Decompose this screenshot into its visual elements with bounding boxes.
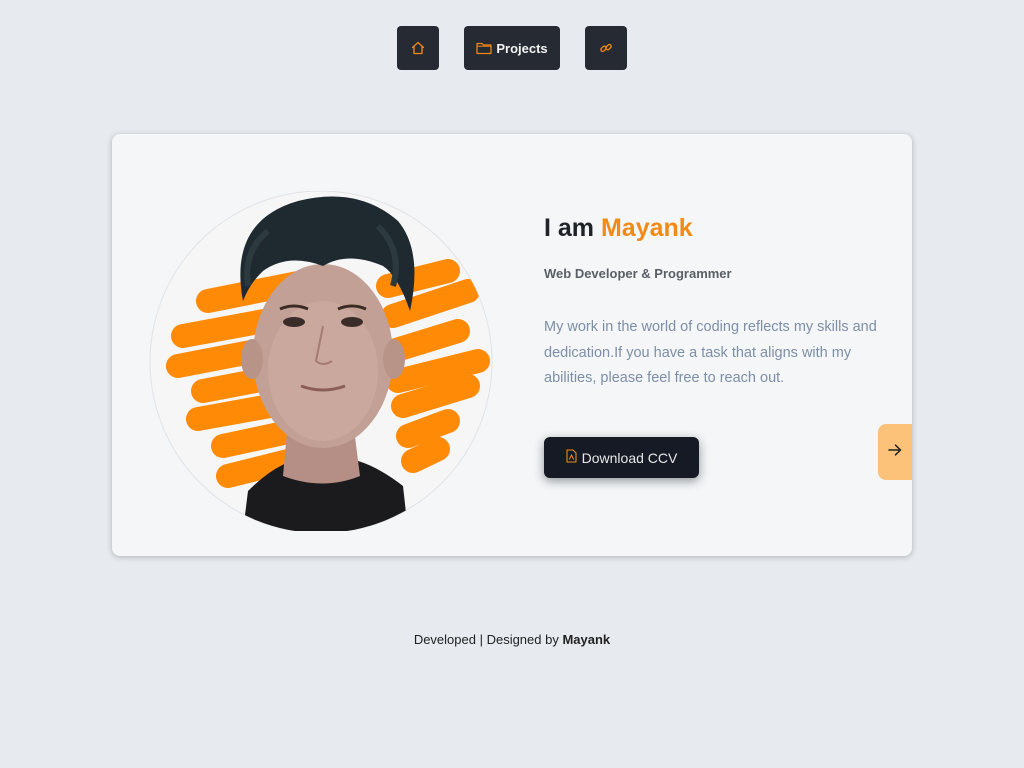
download-cv-label: Download CCV <box>581 449 678 466</box>
pdf-file-icon <box>566 449 582 466</box>
projects-label: Projects <box>496 40 548 56</box>
home-button[interactable] <box>397 26 439 70</box>
description: My work in the world of coding reflects … <box>544 319 877 386</box>
profile-info: I am Mayank Web Developer & Programmer M… <box>544 212 904 478</box>
profile-card: I am Mayank Web Developer & Programmer M… <box>112 134 912 556</box>
top-nav: Projects <box>0 26 1024 70</box>
link-icon <box>599 41 613 55</box>
download-cv-button[interactable]: Download CCV <box>544 437 699 478</box>
footer-prefix: Developed | Designed by <box>413 632 559 647</box>
headline-name: Mayank <box>600 214 693 242</box>
home-icon <box>410 40 426 56</box>
projects-button[interactable]: Projects <box>464 26 560 70</box>
footer: Developed | Designed by Mayank <box>0 632 1024 647</box>
headline: I am Mayank <box>544 212 904 244</box>
folder-icon <box>476 41 492 55</box>
role-subtitle: Web Developer & Programmer <box>544 266 732 281</box>
footer-author: Mayank <box>562 632 611 647</box>
headline-intro: I am <box>544 214 595 242</box>
links-button[interactable] <box>585 26 627 70</box>
arrow-right-icon <box>888 443 902 461</box>
profile-photo <box>148 190 494 534</box>
next-slide-button[interactable] <box>878 424 912 480</box>
